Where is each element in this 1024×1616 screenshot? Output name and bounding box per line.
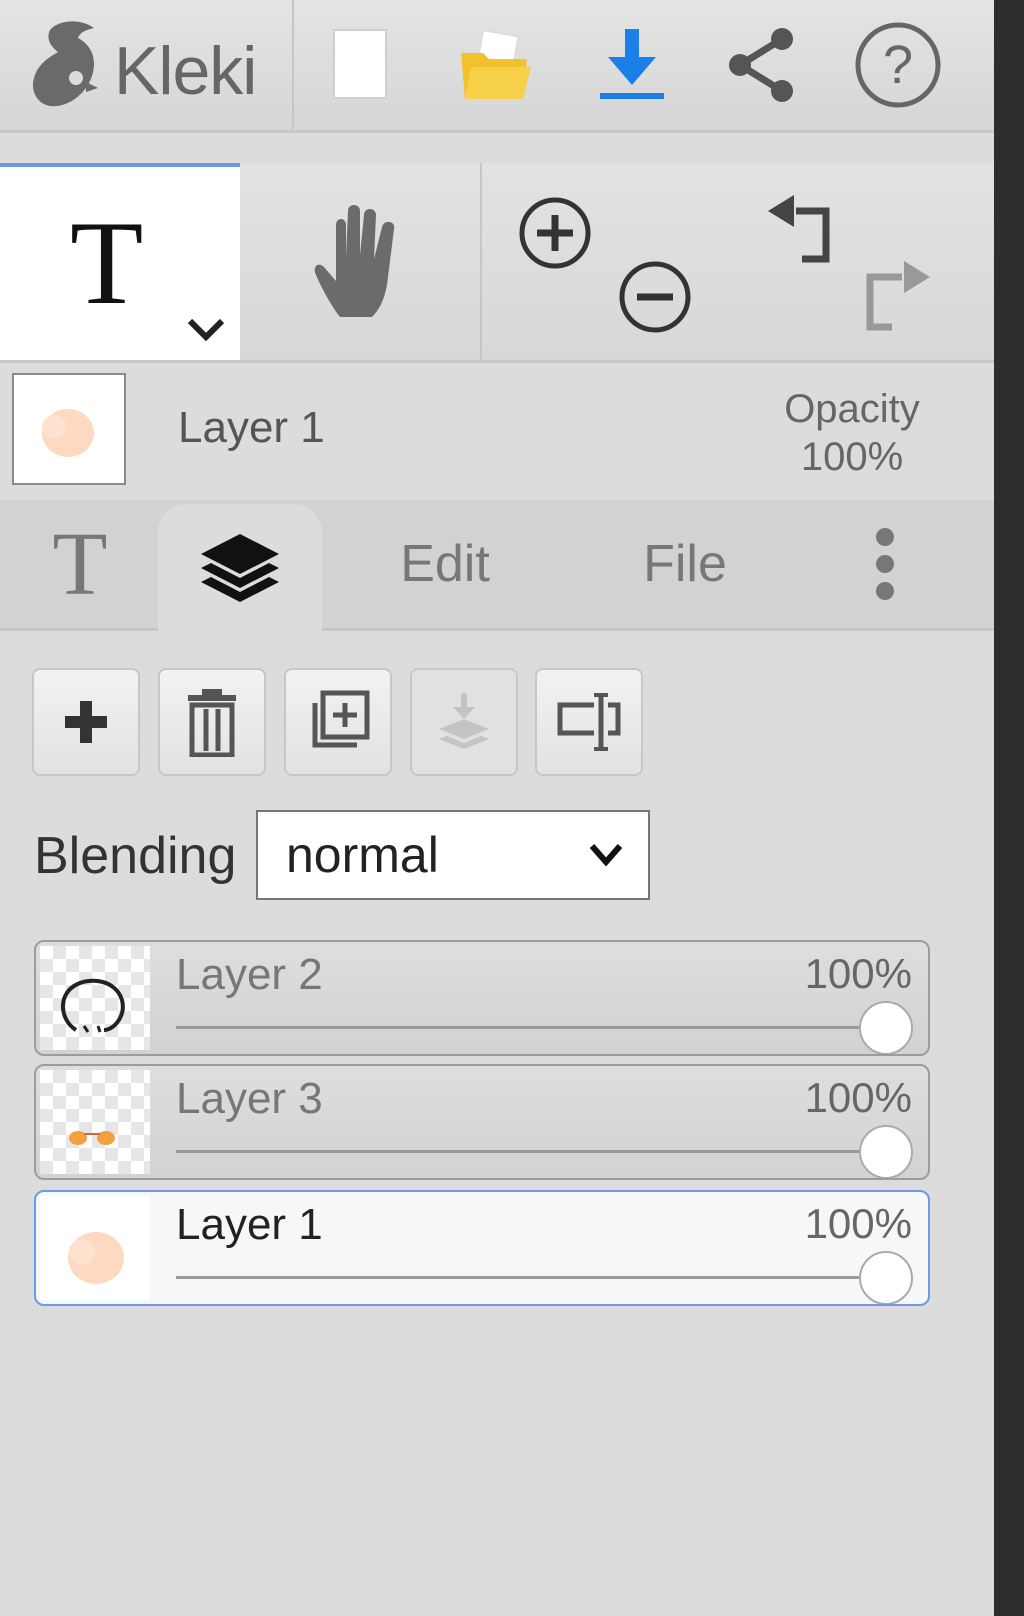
top-bar: Kleki ? bbox=[0, 0, 994, 133]
duplicate-layer-icon bbox=[312, 690, 370, 748]
delete-layer-button[interactable] bbox=[158, 668, 266, 776]
layer-opacity: 100% bbox=[804, 950, 912, 997]
active-layer-name: Layer 1 bbox=[178, 403, 325, 452]
layer-name: Layer 2 bbox=[176, 950, 323, 999]
layers-icon bbox=[201, 533, 279, 602]
opacity-slider-knob[interactable] bbox=[859, 1125, 913, 1178]
layer-name: Layer 1 bbox=[176, 1200, 323, 1249]
zoom-in-icon[interactable] bbox=[517, 195, 593, 271]
layer-item-layer-1[interactable]: Layer 1 100% bbox=[34, 1190, 930, 1306]
layer-opacity: 100% bbox=[804, 1200, 912, 1247]
layer-item-layer-3[interactable]: Layer 3 100% bbox=[34, 1064, 930, 1180]
duplicate-layer-button[interactable] bbox=[284, 668, 392, 776]
layer-name: Layer 3 bbox=[176, 1074, 323, 1123]
tab-bar: T Edit File bbox=[0, 500, 994, 631]
delete-layer-icon bbox=[188, 689, 236, 757]
divider bbox=[292, 0, 294, 130]
active-layer-opacity[interactable]: Opacity 100% bbox=[772, 385, 932, 481]
tab-text[interactable]: T bbox=[20, 500, 140, 628]
more-menu-button[interactable] bbox=[850, 500, 920, 628]
layer-opacity: 100% bbox=[804, 1074, 912, 1121]
opacity-label: Opacity bbox=[784, 387, 920, 431]
help-button[interactable]: ? bbox=[848, 15, 948, 115]
app-panel: Kleki ? T Layer 1 Opacity 100% T Edit Fi… bbox=[0, 0, 994, 1616]
opacity-slider-track[interactable] bbox=[176, 1150, 882, 1153]
open-button[interactable] bbox=[445, 15, 545, 115]
opacity-slider-track[interactable] bbox=[176, 1276, 882, 1279]
layer-thumbnail bbox=[40, 1070, 150, 1174]
text-tool-button[interactable]: T bbox=[0, 163, 240, 360]
active-layer-bar[interactable]: Layer 1 Opacity 100% bbox=[0, 363, 994, 498]
kleki-logo[interactable]: Kleki bbox=[28, 18, 298, 112]
rename-layer-button[interactable] bbox=[535, 668, 643, 776]
chevron-down-icon[interactable] bbox=[186, 317, 226, 343]
add-layer-button[interactable] bbox=[32, 668, 140, 776]
active-layer-thumbnail bbox=[12, 373, 126, 485]
hand-tool-button[interactable] bbox=[240, 163, 480, 360]
blending-select[interactable]: normal bbox=[256, 810, 650, 900]
tab-file[interactable]: File bbox=[600, 500, 770, 628]
help-icon: ? bbox=[855, 22, 941, 108]
layer-thumbnail bbox=[40, 1196, 150, 1300]
opacity-slider-knob[interactable] bbox=[859, 1001, 913, 1054]
download-icon bbox=[600, 29, 664, 99]
layer-thumbnail bbox=[40, 946, 150, 1050]
skin-blob-thumbnail bbox=[68, 1232, 124, 1284]
opacity-value: 100% bbox=[800, 435, 904, 479]
canvas-edge bbox=[994, 0, 1024, 1616]
eyes-thumbnail bbox=[69, 1131, 115, 1145]
opacity-slider-knob[interactable] bbox=[859, 1251, 913, 1304]
add-layer-icon bbox=[65, 701, 107, 743]
text-tool-icon: T bbox=[70, 196, 144, 329]
merge-down-button[interactable] bbox=[410, 668, 518, 776]
hand-icon bbox=[314, 204, 395, 317]
blending-label: Blending bbox=[34, 827, 237, 885]
tab-edit[interactable]: Edit bbox=[360, 500, 530, 628]
share-button[interactable] bbox=[712, 15, 812, 115]
chevron-down-icon bbox=[589, 844, 623, 867]
blending-value: normal bbox=[286, 827, 439, 883]
app-name: Kleki bbox=[114, 33, 257, 109]
redo-icon[interactable] bbox=[856, 255, 936, 335]
download-button[interactable] bbox=[582, 15, 682, 115]
rename-layer-icon bbox=[557, 693, 621, 751]
new-image-icon bbox=[333, 29, 387, 99]
zoom-out-icon[interactable] bbox=[617, 259, 693, 335]
undo-icon[interactable] bbox=[762, 193, 842, 273]
outline-sketch-thumbnail bbox=[61, 978, 125, 1033]
text-tab-icon: T bbox=[52, 514, 108, 614]
new-image-button[interactable] bbox=[310, 15, 410, 115]
svg-text:?: ? bbox=[883, 35, 913, 95]
open-folder-icon bbox=[461, 29, 531, 99]
share-icon bbox=[729, 28, 793, 102]
skin-blob-thumbnail bbox=[42, 409, 94, 457]
tab-layers[interactable] bbox=[158, 504, 322, 631]
kleki-bird-icon bbox=[32, 21, 98, 107]
divider bbox=[480, 163, 482, 360]
more-vertical-icon bbox=[876, 528, 894, 600]
opacity-slider-track[interactable] bbox=[176, 1026, 882, 1029]
layer-item-layer-2[interactable]: Layer 2 100% bbox=[34, 940, 930, 1056]
tool-row: T bbox=[0, 163, 994, 363]
merge-down-icon bbox=[439, 693, 489, 749]
